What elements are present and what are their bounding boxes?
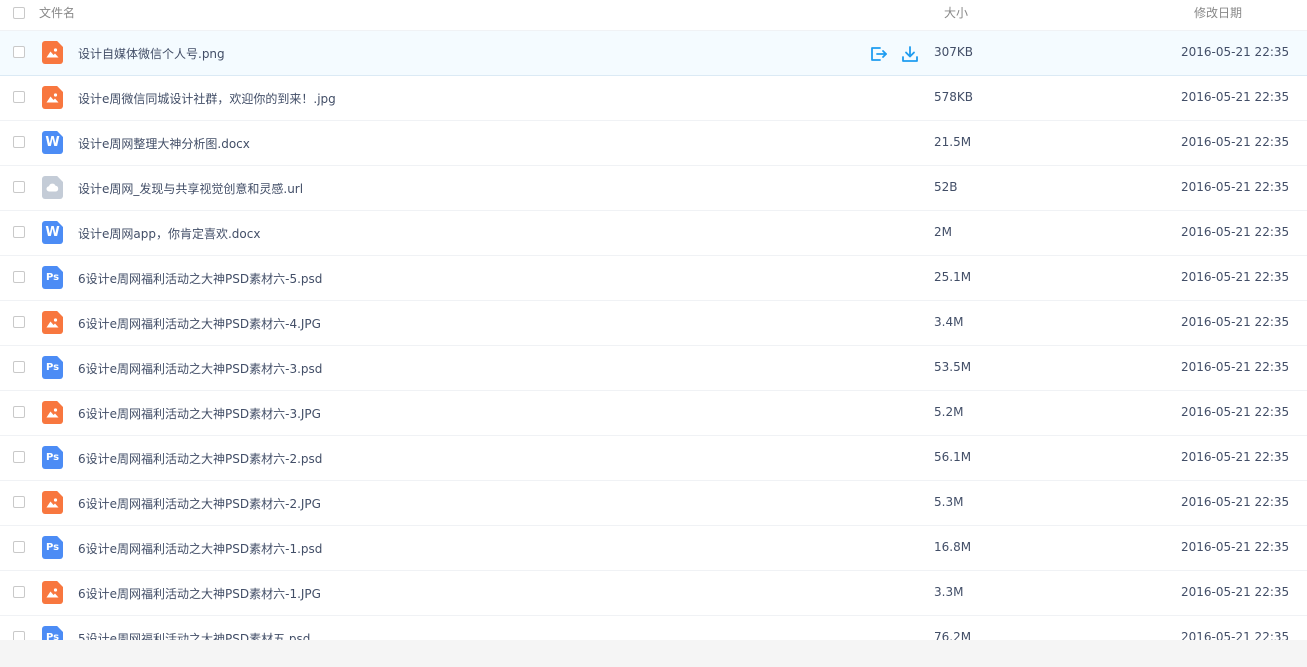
row-checkbox[interactable] xyxy=(13,91,25,103)
file-size: 56.1M xyxy=(934,450,972,464)
file-modified-date: 2016-05-21 22:35 xyxy=(1181,450,1290,464)
row-checkbox[interactable] xyxy=(13,271,25,283)
column-header-size[interactable]: 大小 xyxy=(944,4,968,21)
word-file-icon: W xyxy=(42,131,63,154)
photoshop-file-icon: Ps xyxy=(42,446,63,469)
file-modified-date: 2016-05-21 22:35 xyxy=(1181,180,1290,194)
file-row[interactable]: 6设计e周网福利活动之大神PSD素材六-1.JPG 3.3M 2016-05-21 … xyxy=(0,571,1307,616)
row-checkbox[interactable] xyxy=(13,496,25,508)
file-size: 21.5M xyxy=(934,135,972,149)
file-size: 76.2M xyxy=(934,630,972,640)
photoshop-file-icon: Ps xyxy=(42,266,63,289)
file-row[interactable]: 6设计e周网福利活动之大神PSD素材六-3.JPG 5.2M 2016-05-21 … xyxy=(0,391,1307,436)
file-size: 16.8M xyxy=(934,540,972,554)
image-file-icon xyxy=(42,491,63,514)
file-row[interactable]: 设计e周网_发现与共享视觉创意和灵感.url 52B 2016-05-21 22:3… xyxy=(0,166,1307,211)
file-modified-date: 2016-05-21 22:35 xyxy=(1181,360,1290,374)
file-size: 2M xyxy=(934,225,952,239)
file-modified-date: 2016-05-21 22:35 xyxy=(1181,540,1290,554)
row-checkbox[interactable] xyxy=(13,46,25,58)
word-file-icon: W xyxy=(42,221,63,244)
file-list-pane: 文件名 大小 修改日期 设计自媒体微信个人号.png 307KB 2016-05-2… xyxy=(0,0,1307,640)
file-size: 52B xyxy=(934,180,958,194)
image-file-icon xyxy=(42,41,63,64)
file-size: 5.2M xyxy=(934,405,964,419)
column-header-name[interactable]: 文件名 xyxy=(39,4,75,21)
row-checkbox[interactable] xyxy=(13,541,25,553)
file-modified-date: 2016-05-21 22:35 xyxy=(1181,495,1290,509)
file-name-link[interactable]: 6设计e周网福利活动之大神PSD素材六-3.JPG xyxy=(78,405,321,422)
file-modified-date: 2016-05-21 22:35 xyxy=(1181,315,1290,329)
file-modified-date: 2016-05-21 22:35 xyxy=(1181,585,1290,599)
file-row[interactable]: Ps 5设计e周网福利活动之大神PSD素材五.psd 76.2M 2016-05-21… xyxy=(0,616,1307,640)
file-row[interactable]: Ps 6设计e周网福利活动之大神PSD素材六-3.psd 53.5M 2016-05-… xyxy=(0,346,1307,391)
row-checkbox[interactable] xyxy=(13,181,25,193)
file-modified-date: 2016-05-21 22:35 xyxy=(1181,135,1290,149)
row-checkbox[interactable] xyxy=(13,226,25,238)
file-name-link[interactable]: 设计e周微信同城设计社群，欢迎你的到来！.jpg xyxy=(78,90,336,107)
row-checkbox[interactable] xyxy=(13,451,25,463)
download-icon[interactable] xyxy=(900,44,920,64)
file-rows: 设计自媒体微信个人号.png 307KB 2016-05-21 22:35 设计e周微… xyxy=(0,31,1307,640)
file-row[interactable]: 6设计e周网福利活动之大神PSD素材六-2.JPG 5.3M 2016-05-21 … xyxy=(0,481,1307,526)
select-all-checkbox[interactable] xyxy=(13,7,25,19)
file-name-link[interactable]: 6设计e周网福利活动之大神PSD素材六-2.JPG xyxy=(78,495,321,512)
file-name-link[interactable]: 5设计e周网福利活动之大神PSD素材五.psd xyxy=(78,630,310,640)
row-checkbox[interactable] xyxy=(13,316,25,328)
photoshop-file-icon: Ps xyxy=(42,626,63,640)
file-modified-date: 2016-05-21 22:35 xyxy=(1181,225,1290,239)
file-name-link[interactable]: 设计自媒体微信个人号.png xyxy=(78,45,225,62)
file-size: 3.4M xyxy=(934,315,964,329)
file-size: 578KB xyxy=(934,90,974,104)
file-name-link[interactable]: 设计e周网app，你肯定喜欢.docx xyxy=(78,225,260,242)
cloud-link-file-icon xyxy=(42,176,63,199)
file-row[interactable]: Ps 6设计e周网福利活动之大神PSD素材六-5.psd 25.1M 2016-05-… xyxy=(0,256,1307,301)
file-modified-date: 2016-05-21 22:35 xyxy=(1181,270,1290,284)
file-row[interactable]: 6设计e周网福利活动之大神PSD素材六-4.JPG 3.4M 2016-05-21 … xyxy=(0,301,1307,346)
file-size: 3.3M xyxy=(934,585,964,599)
row-checkbox[interactable] xyxy=(13,631,25,640)
file-name-link[interactable]: 6设计e周网福利活动之大神PSD素材六-1.psd xyxy=(78,540,322,557)
file-row[interactable]: Ps 6设计e周网福利活动之大神PSD素材六-2.psd 56.1M 2016-05-… xyxy=(0,436,1307,481)
row-checkbox[interactable] xyxy=(13,586,25,598)
file-name-link[interactable]: 设计e周网_发现与共享视觉创意和灵感.url xyxy=(78,180,303,197)
file-row[interactable]: 设计自媒体微信个人号.png 307KB 2016-05-21 22:35 xyxy=(0,31,1307,76)
file-size: 53.5M xyxy=(934,360,972,374)
file-modified-date: 2016-05-21 22:35 xyxy=(1181,90,1290,104)
file-row[interactable]: W 设计e周网整理大神分析图.docx 21.5M 2016-05-21 22:35 xyxy=(0,121,1307,166)
file-size: 307KB xyxy=(934,45,974,59)
file-modified-date: 2016-05-21 22:35 xyxy=(1181,630,1290,640)
file-row[interactable]: Ps 6设计e周网福利活动之大神PSD素材六-1.psd 16.8M 2016-05-… xyxy=(0,526,1307,571)
file-name-link[interactable]: 设计e周网整理大神分析图.docx xyxy=(78,135,250,152)
photoshop-file-icon: Ps xyxy=(42,536,63,559)
file-row[interactable]: 设计e周微信同城设计社群，欢迎你的到来！.jpg 578KB 2016-05-21 … xyxy=(0,76,1307,121)
list-footer-gap xyxy=(0,640,1307,667)
image-file-icon xyxy=(42,311,63,334)
row-checkbox[interactable] xyxy=(13,406,25,418)
file-size: 25.1M xyxy=(934,270,972,284)
file-name-link[interactable]: 6设计e周网福利活动之大神PSD素材六-5.psd xyxy=(78,270,322,287)
row-checkbox[interactable] xyxy=(13,361,25,373)
file-modified-date: 2016-05-21 22:35 xyxy=(1181,405,1290,419)
image-file-icon xyxy=(42,581,63,604)
file-name-link[interactable]: 6设计e周网福利活动之大神PSD素材六-1.JPG xyxy=(78,585,321,602)
image-file-icon xyxy=(42,86,63,109)
share-icon[interactable] xyxy=(868,44,888,64)
file-name-link[interactable]: 6设计e周网福利活动之大神PSD素材六-4.JPG xyxy=(78,315,321,332)
file-modified-date: 2016-05-21 22:35 xyxy=(1181,45,1290,59)
row-checkbox[interactable] xyxy=(13,136,25,148)
file-name-link[interactable]: 6设计e周网福利活动之大神PSD素材六-2.psd xyxy=(78,450,322,467)
file-list-header: 文件名 大小 修改日期 xyxy=(0,0,1307,31)
photoshop-file-icon: Ps xyxy=(42,356,63,379)
column-header-date[interactable]: 修改日期 xyxy=(1194,4,1242,21)
file-size: 5.3M xyxy=(934,495,964,509)
file-row[interactable]: W 设计e周网app，你肯定喜欢.docx 2M 2016-05-21 22:35 xyxy=(0,211,1307,256)
file-name-link[interactable]: 6设计e周网福利活动之大神PSD素材六-3.psd xyxy=(78,360,322,377)
image-file-icon xyxy=(42,401,63,424)
